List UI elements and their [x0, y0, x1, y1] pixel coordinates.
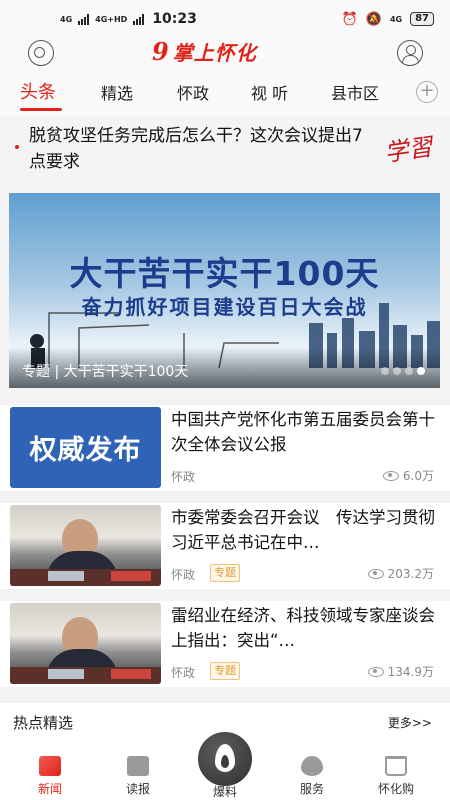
search-icon[interactable]	[28, 40, 54, 66]
nav-label[interactable]: 爆料	[195, 783, 255, 800]
headline-text[interactable]: 脱贫攻坚任务完成后怎么干？这次会议提出7点要求	[29, 123, 369, 175]
eye-icon	[367, 568, 384, 579]
carousel-dot[interactable]	[393, 367, 401, 375]
report-button[interactable]	[195, 729, 255, 789]
eye-icon	[382, 470, 399, 481]
news-title[interactable]: 雷绍业在经济、科技领域专家座谈会上指出：突出“…	[171, 603, 439, 653]
view-count-value: 134.9万	[387, 665, 434, 679]
tab-featured[interactable]: 精选	[101, 80, 133, 104]
add-tab-icon[interactable]: +	[416, 81, 438, 103]
heart-icon	[301, 756, 323, 776]
app-logo: 9 掌上怀化	[152, 36, 257, 66]
tab-government[interactable]: 怀政	[177, 80, 209, 104]
carousel-dot[interactable]	[381, 367, 389, 375]
carousel-dots[interactable]	[381, 367, 425, 375]
study-calligraphy-icon: 学習	[382, 132, 435, 168]
news-thumbnail[interactable]	[10, 505, 161, 586]
news-title[interactable]: 中国共产党怀化市第五届委员会第十次全体会议公报	[171, 407, 439, 457]
banner-subtitle: 奋力抓好项目建设百日大会战	[81, 295, 368, 319]
banner-title: 大干苦干实干100天	[69, 254, 380, 293]
tab-headlines[interactable]: 头条	[20, 78, 56, 104]
news-source: 怀政	[171, 470, 196, 484]
nav-label: 读报	[125, 782, 150, 796]
bullet-icon	[15, 145, 19, 149]
news-item[interactable]: 雷绍业在经济、科技领域专家座谈会上指出：突出“… 怀政 专题 134.9万	[0, 601, 450, 687]
section-title: 热点精选	[13, 714, 74, 732]
newspaper-icon	[127, 756, 149, 776]
featured-banner[interactable]: 大干苦干实干100天 奋力抓好项目建设百日大会战 专题 | 大干苦干实干100天	[9, 193, 440, 388]
signal-icon-2	[133, 13, 145, 25]
nav-shop[interactable]: 怀化购	[366, 743, 426, 797]
news-thumbnail[interactable]	[10, 603, 161, 684]
nav-news[interactable]: 新闻	[20, 743, 80, 797]
user-profile-icon[interactable]	[397, 40, 423, 66]
nav-label: 怀化购	[377, 782, 414, 796]
signal-icon	[78, 13, 90, 25]
news-item[interactable]: 权威发布 中国共产党怀化市第五届委员会第十次全体会议公报 怀政 6.0万	[0, 405, 450, 491]
eye-icon	[367, 666, 384, 677]
news-item[interactable]: 市委常委会召开会议 传达学习贯彻习近平总书记在中… 怀政 专题 203.2万	[0, 503, 450, 589]
alarm-icon: ⏰	[341, 11, 358, 27]
top-headline[interactable]: 脱贫攻坚任务完成后怎么干？这次会议提出7点要求 学習	[0, 116, 450, 192]
logo-text: 掌上怀化	[172, 40, 257, 65]
clock: 10:23	[152, 11, 197, 27]
view-count: 6.0万	[382, 467, 434, 484]
more-link[interactable]: 更多>>	[388, 714, 432, 731]
nav-label: 服务	[299, 782, 324, 796]
news-thumbnail[interactable]: 权威发布	[10, 407, 161, 488]
carousel-dot[interactable]	[405, 367, 413, 375]
view-count: 203.2万	[367, 565, 434, 582]
banner-caption: 专题 | 大干苦干实干100天	[22, 364, 189, 380]
nav-label: 新闻	[37, 782, 62, 796]
nav-services[interactable]: 服务	[282, 743, 342, 797]
category-tabs: 头条 精选 怀政 视 听 县市区 +	[0, 72, 450, 116]
logo-mark: 9	[152, 36, 169, 66]
news-title[interactable]: 市委常委会召开会议 传达学习贯彻习近平总书记在中…	[171, 505, 439, 555]
battery-icon: 87	[410, 12, 434, 26]
mute-icon: 🔕	[365, 11, 382, 27]
carousel-dot-active[interactable]	[417, 367, 425, 375]
bottom-nav: 新闻 读报 爆料 服务 怀化购	[0, 729, 450, 800]
app-header: 9 掌上怀化	[0, 36, 450, 72]
tab-counties[interactable]: 县市区	[331, 80, 379, 104]
cart-icon	[385, 756, 407, 776]
topic-badge: 专题	[210, 662, 240, 680]
status-bar: 4G 4G+HD 10:23 ⏰ 🔕 4G 87	[0, 0, 450, 38]
view-count-value: 6.0万	[402, 469, 434, 483]
tab-audio-video[interactable]: 视 听	[251, 80, 288, 104]
thumbnail-label: 权威发布	[29, 435, 142, 466]
network-indicator-2: 4G+HD	[95, 14, 128, 24]
network-indicator: 4G	[60, 14, 73, 24]
topic-badge: 专题	[210, 564, 240, 582]
active-tab-underline	[20, 108, 62, 111]
view-count-value: 203.2万	[387, 567, 434, 581]
view-count: 134.9万	[367, 663, 434, 680]
flame-icon	[215, 744, 235, 772]
news-icon	[39, 756, 61, 776]
news-source: 怀政	[171, 568, 196, 582]
nav-newspaper[interactable]: 读报	[108, 743, 168, 797]
network-indicator-3: 4G	[389, 14, 403, 24]
news-source: 怀政	[171, 666, 196, 680]
